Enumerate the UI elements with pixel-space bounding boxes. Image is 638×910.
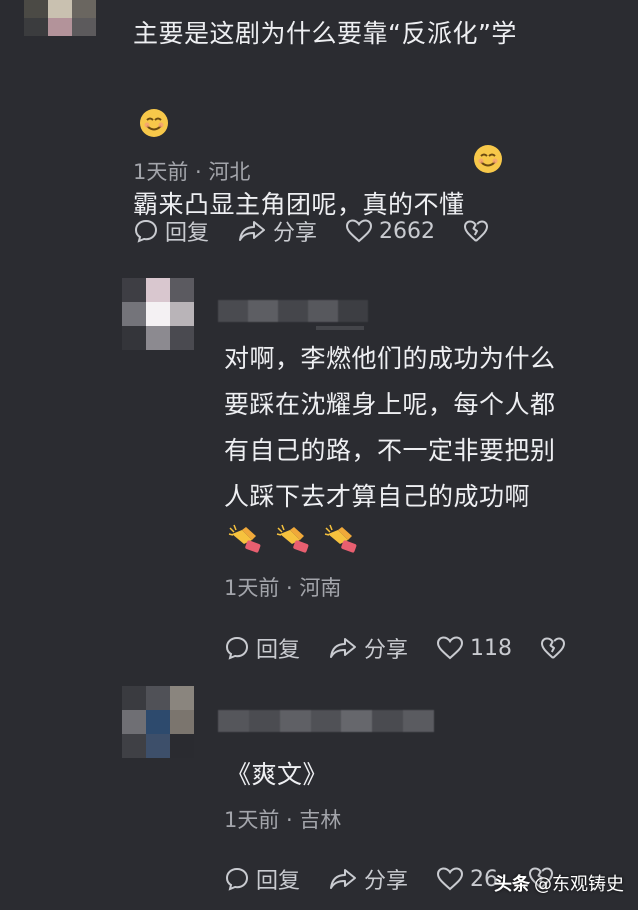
dislike-button[interactable]	[463, 219, 495, 243]
reply-button[interactable]: 回复	[224, 863, 300, 895]
comment-icon	[134, 219, 158, 243]
comment-actions: 回复 分享 118	[224, 631, 600, 665]
watermark-handle: @东观铸史	[534, 874, 624, 895]
comment-meta: 1天前 · 吉林	[224, 808, 342, 832]
dislike-button[interactable]	[540, 636, 572, 660]
clapping-hands-emoji	[228, 524, 261, 553]
avatar[interactable]	[24, 0, 96, 36]
share-button[interactable]: 分享	[328, 632, 408, 664]
reply-button[interactable]: 回复	[224, 632, 300, 664]
comment-text: 要踩在沈耀身上呢，每个人都	[224, 390, 556, 419]
comment-meta: 1天前 · 河南	[224, 576, 342, 600]
share-icon	[330, 638, 357, 658]
comment-actions: 回复 分享 2662	[133, 214, 523, 248]
like-button[interactable]: 26	[436, 866, 498, 892]
heart-icon	[437, 867, 464, 891]
comment-text: 人踩下去才算自己的成功啊	[224, 482, 531, 511]
reply-button[interactable]: 回复	[133, 215, 209, 247]
comment-icon	[225, 867, 249, 891]
heart-icon	[346, 219, 373, 243]
like-button[interactable]: 2662	[345, 218, 435, 244]
like-button[interactable]: 118	[436, 635, 512, 661]
share-icon	[330, 869, 357, 889]
comment-text: 《爽文》	[226, 760, 329, 789]
username-blurred[interactable]	[218, 710, 434, 732]
comment-text: 有自己的路，不一定非要把别	[224, 436, 556, 465]
smile-emoji	[473, 56, 503, 173]
clapping-hands-emoji	[324, 524, 357, 553]
comment-text: 主要是这剧为什么要靠“反派化”学	[133, 19, 517, 48]
broken-heart-icon	[541, 637, 566, 659]
avatar[interactable]	[122, 686, 194, 758]
watermark: 头条 @东观铸史	[494, 870, 624, 896]
username-underline	[316, 326, 364, 330]
username-blurred[interactable]	[218, 300, 368, 322]
broken-heart-icon	[464, 220, 489, 242]
avatar[interactable]	[122, 278, 194, 350]
comment-text: 霸来凸显主角团呢，真的不懂	[133, 56, 503, 227]
watermark-logo: 头条	[494, 874, 530, 895]
comment-actions: 回复 分享 26	[224, 862, 526, 896]
comment-icon	[225, 636, 249, 660]
clapping-hands-emoji	[276, 524, 309, 553]
comment-text: 对啊，李燃他们的成功为什么	[224, 344, 556, 373]
share-icon	[239, 221, 266, 241]
share-button[interactable]: 分享	[237, 215, 317, 247]
smile-emoji	[139, 108, 169, 142]
comment-meta: 1天前 · 河北	[133, 160, 251, 184]
heart-icon	[437, 636, 464, 660]
share-button[interactable]: 分享	[328, 863, 408, 895]
clapping-hands-emoji-row	[228, 524, 358, 554]
